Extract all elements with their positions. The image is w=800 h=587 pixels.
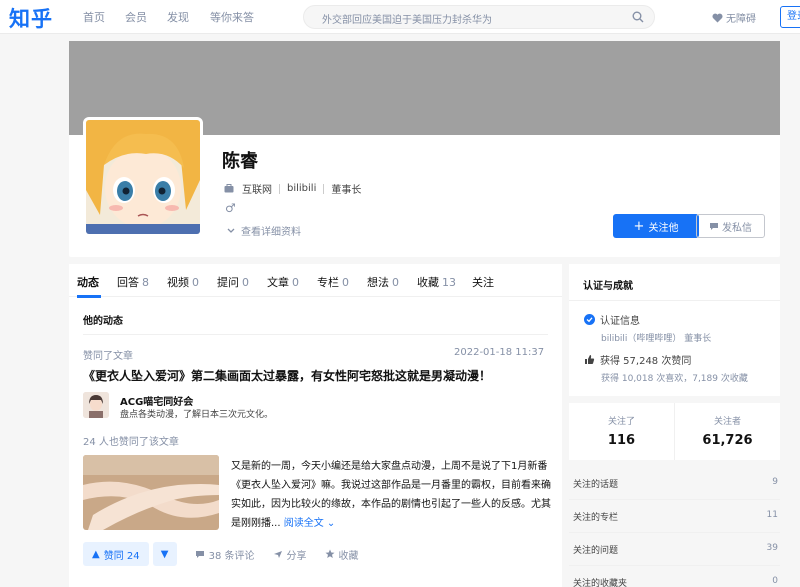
chevron-down-icon xyxy=(227,228,235,233)
tab-questions[interactable]: 提问 0 xyxy=(217,274,249,290)
feed-action: 赞同了文章 xyxy=(83,351,133,362)
nav-vip[interactable]: 会员 xyxy=(125,9,147,25)
chat-bubble-icon xyxy=(710,222,718,230)
profile-header: 陈睿 互联网 bilibili 董事长 ♂ 查看详细资料 + 关注他 发私信 xyxy=(69,41,780,257)
tab-videos[interactable]: 视频 0 xyxy=(167,274,199,290)
profile-tabs: 动态 回答 8 视频 0 提问 0 文章 0 专栏 0 想法 0 收藏 13 关注 xyxy=(69,264,562,298)
comment-icon xyxy=(195,550,204,558)
author-avatar[interactable] xyxy=(83,392,109,418)
heart-icon xyxy=(712,13,723,22)
thumbs-up-icon xyxy=(585,355,595,364)
likes-row: 获得 57,248 次赞同 xyxy=(584,352,691,367)
author-name[interactable]: ACG喵宅同好会 xyxy=(120,393,193,408)
triangle-down-icon: ▼ xyxy=(160,548,169,560)
avatar-illustration xyxy=(86,120,200,234)
article-title[interactable]: 《更衣人坠入爱河》第二集画面太过暴露，有女性阿宅怒批这就是男凝动漫！ xyxy=(83,367,491,384)
tab-columns[interactable]: 专栏 0 xyxy=(317,274,349,290)
message-button[interactable]: 发私信 xyxy=(696,214,765,238)
following-stat[interactable]: 关注了 116 xyxy=(569,403,674,460)
avatar xyxy=(83,117,203,237)
tab-articles[interactable]: 文章 0 xyxy=(267,274,299,290)
triangle-up-icon: ▲ xyxy=(92,548,100,560)
divider xyxy=(83,334,548,335)
profile-company: bilibili xyxy=(287,183,317,194)
tab-following[interactable]: 关注 xyxy=(472,274,494,290)
author-bio: 盘点各类动漫，了解日本三次元文化。 xyxy=(120,410,274,420)
collect-button[interactable]: 收藏 xyxy=(325,547,359,562)
follow-stats-card: 关注了 116 关注者 61,726 xyxy=(569,403,780,460)
verified-badge-icon xyxy=(584,314,595,325)
author-avatar-illustration xyxy=(83,392,109,418)
share-label: 分享 xyxy=(286,550,307,562)
verification-row: 认证信息 xyxy=(584,312,640,327)
male-icon: ♂ xyxy=(225,201,236,215)
tab-thoughts[interactable]: 想法 0 xyxy=(367,274,399,290)
achievements-card: 认证与成就 认证信息 bilibili（哔哩哔哩） 董事长 获得 57,248 … xyxy=(569,264,780,396)
followers-label: 关注者 xyxy=(713,417,741,427)
comments-label: 38 条评论 xyxy=(208,550,255,562)
profile-industry: 互联网 xyxy=(242,185,272,196)
login-button[interactable]: 登录 xyxy=(780,6,800,28)
likes-label: 获得 57,248 次赞同 xyxy=(600,356,692,367)
active-tab-indicator xyxy=(77,295,101,298)
followers-count: 61,726 xyxy=(702,433,753,448)
likers-count[interactable]: 24 人也赞同了该文章 xyxy=(83,433,179,448)
search-icon[interactable] xyxy=(632,11,644,23)
search-placeholder: 外交部回应美国迫于美国压力封杀华为 xyxy=(322,15,492,26)
upvote-button[interactable]: ▲ 赞同 24 xyxy=(83,542,149,566)
follow-button[interactable]: + 关注他 xyxy=(613,214,699,238)
verify-label: 认证信息 xyxy=(600,316,640,327)
collect-label: 收藏 xyxy=(338,550,359,562)
accessibility-label: 无障碍 xyxy=(726,14,756,25)
side-links: 关注的话题 9 关注的专栏 11 关注的问题 39 关注的收藏夹 0 xyxy=(569,467,780,587)
downvote-button[interactable]: ▼ xyxy=(152,542,177,566)
profile-position: 董事长 xyxy=(331,185,362,196)
briefcase-icon xyxy=(224,184,234,193)
comments-button[interactable]: 38 条评论 xyxy=(195,547,255,562)
nav-explore[interactable]: 发现 xyxy=(167,9,189,25)
share-button[interactable]: 分享 xyxy=(273,547,307,562)
followers-stat[interactable]: 关注者 61,726 xyxy=(675,403,780,460)
article-actions: ▲ 赞同 24 ▼ 38 条评论 分享 收藏 xyxy=(83,542,359,566)
followed-columns-link[interactable]: 关注的专栏 11 xyxy=(569,500,780,533)
message-label: 发私信 xyxy=(722,222,752,234)
view-details-label: 查看详细资料 xyxy=(241,227,301,238)
followed-topics-link[interactable]: 关注的话题 9 xyxy=(569,467,780,500)
following-count: 116 xyxy=(607,433,636,448)
article-thumbnail[interactable] xyxy=(83,455,219,530)
nav-waiting[interactable]: 等你来答 xyxy=(210,9,254,25)
tab-activity[interactable]: 动态 xyxy=(77,274,99,290)
following-label: 关注了 xyxy=(607,417,635,427)
view-details-link[interactable]: 查看详细资料 xyxy=(227,223,301,238)
profile-business-info: 互联网 bilibili 董事长 xyxy=(224,181,361,196)
accessibility-link[interactable]: 无障碍 xyxy=(712,10,756,25)
thumbnail-illustration xyxy=(83,455,219,530)
feed-time: 2022-01-18 11:37 xyxy=(454,347,545,358)
read-more-link[interactable]: 阅读全文 ⌄ xyxy=(284,518,336,529)
verify-detail: bilibili（哔哩哔哩） 董事长 xyxy=(601,334,712,344)
achievements-title: 认证与成就 xyxy=(583,281,633,292)
tab-answers[interactable]: 回答 8 xyxy=(117,274,149,290)
followed-collections-link[interactable]: 关注的收藏夹 0 xyxy=(569,566,780,587)
follow-label: 关注他 xyxy=(648,222,679,234)
plus-icon: + xyxy=(633,218,645,234)
article-excerpt[interactable]: 又是新的一周，今天小编还是给大家盘点动漫，上周不是说了下1月新番《更衣人坠入爱河… xyxy=(231,457,551,533)
nav-home[interactable]: 首页 xyxy=(83,9,105,25)
top-navbar: 知乎 首页 会员 发现 等你来答 外交部回应美国迫于美国压力封杀华为 无障碍 登… xyxy=(0,0,800,34)
excerpt-text: 又是新的一周，今天小编还是给大家盘点动漫，上周不是说了下1月新番《更衣人坠入爱河… xyxy=(231,461,551,529)
upvote-label: 赞同 24 xyxy=(103,550,140,562)
tab-collections[interactable]: 收藏 13 xyxy=(417,274,456,290)
followed-questions-link[interactable]: 关注的问题 39 xyxy=(569,533,780,566)
feed-section-title: 他的动态 xyxy=(83,316,123,327)
likes-detail: 获得 10,018 次喜欢，7,189 次收藏 xyxy=(601,374,748,384)
profile-name: 陈睿 xyxy=(222,151,258,172)
share-icon xyxy=(273,550,282,558)
star-icon xyxy=(325,549,335,558)
zhihu-logo[interactable]: 知乎 xyxy=(9,3,53,33)
activity-card: 动态 回答 8 视频 0 提问 0 文章 0 专栏 0 想法 0 收藏 13 关注 他的动态 … xyxy=(69,264,562,587)
search-input[interactable]: 外交部回应美国迫于美国压力封杀华为 xyxy=(303,5,655,29)
